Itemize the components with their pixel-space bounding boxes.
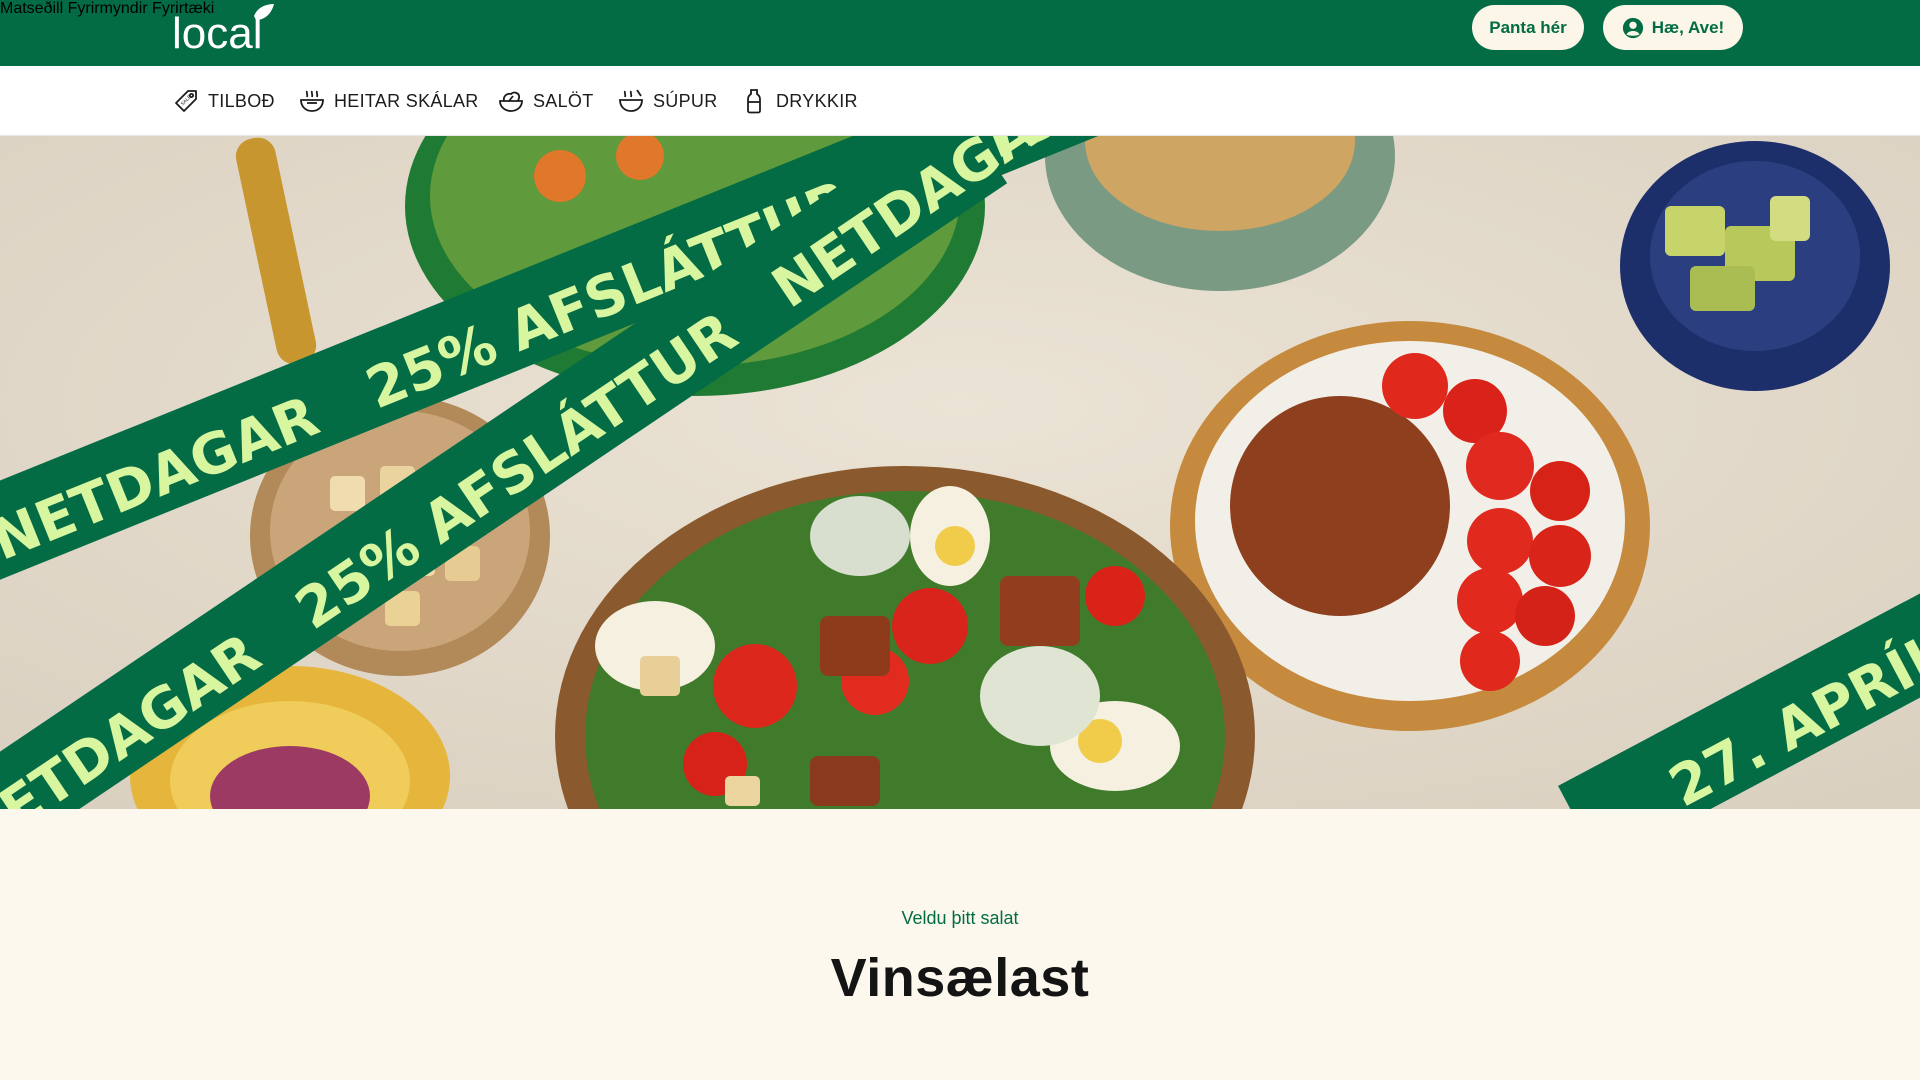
user-greeting: Hæ, Ave! bbox=[1651, 17, 1725, 37]
top-header: local Matseðill Fyrirmyndir Fyrirtæki Pa… bbox=[0, 0, 1920, 66]
account-circle-icon bbox=[1622, 17, 1643, 38]
category-label: TILBOÐ bbox=[208, 90, 275, 111]
local-logo[interactable]: local bbox=[172, 2, 282, 54]
soup-icon bbox=[619, 89, 643, 112]
user-menu-button[interactable]: Hæ, Ave! bbox=[1603, 5, 1743, 50]
nav-fyrirmyndir[interactable]: Fyrirmyndir bbox=[68, 0, 148, 17]
order-button[interactable]: Panta hér bbox=[1472, 5, 1584, 50]
category-drykkir[interactable]: DRYKKIR bbox=[740, 66, 858, 136]
category-label: DRYKKIR bbox=[776, 90, 858, 111]
hot-bowl-icon bbox=[300, 90, 324, 112]
order-button-label: Panta hér bbox=[1489, 17, 1567, 37]
svg-text:local: local bbox=[172, 9, 263, 54]
nav-matsedill[interactable]: Matseðill bbox=[0, 0, 63, 17]
sale-tag-icon: SALE bbox=[175, 90, 197, 112]
category-tilbod[interactable]: SALE TILBOÐ bbox=[172, 66, 275, 136]
category-supur[interactable]: SÚPUR bbox=[617, 66, 718, 136]
avocado-bowl bbox=[1620, 141, 1890, 391]
category-label: SALÖT bbox=[533, 90, 594, 111]
category-salot[interactable]: SALÖT bbox=[497, 66, 594, 136]
category-label: SÚPUR bbox=[653, 90, 718, 111]
bottle-icon bbox=[747, 89, 761, 114]
category-label: HEITAR SKÁLAR bbox=[334, 90, 479, 111]
svg-text:SALE: SALE bbox=[180, 93, 194, 107]
hero-banner[interactable]: NETDAGAR 25% AFSLÁTTUR NETDAGAR 25% AFSL… bbox=[0, 136, 1920, 809]
salad-icon bbox=[499, 91, 523, 112]
category-bar: SALE TILBOÐ HEITAR SKÁLAR SALÖT SÚPUR DR… bbox=[0, 66, 1920, 136]
section-subtitle: Veldu þitt salat bbox=[901, 908, 1019, 928]
section-title: Vinsælast bbox=[830, 948, 1090, 1008]
popular-section: Veldu þitt salat Vinsælast bbox=[0, 809, 1920, 1080]
hero-food-photo: NETDAGAR 25% AFSLÁTTUR NETDAGAR 25% AFSL… bbox=[0, 136, 1920, 809]
category-heitar-skalar[interactable]: HEITAR SKÁLAR bbox=[298, 66, 479, 136]
